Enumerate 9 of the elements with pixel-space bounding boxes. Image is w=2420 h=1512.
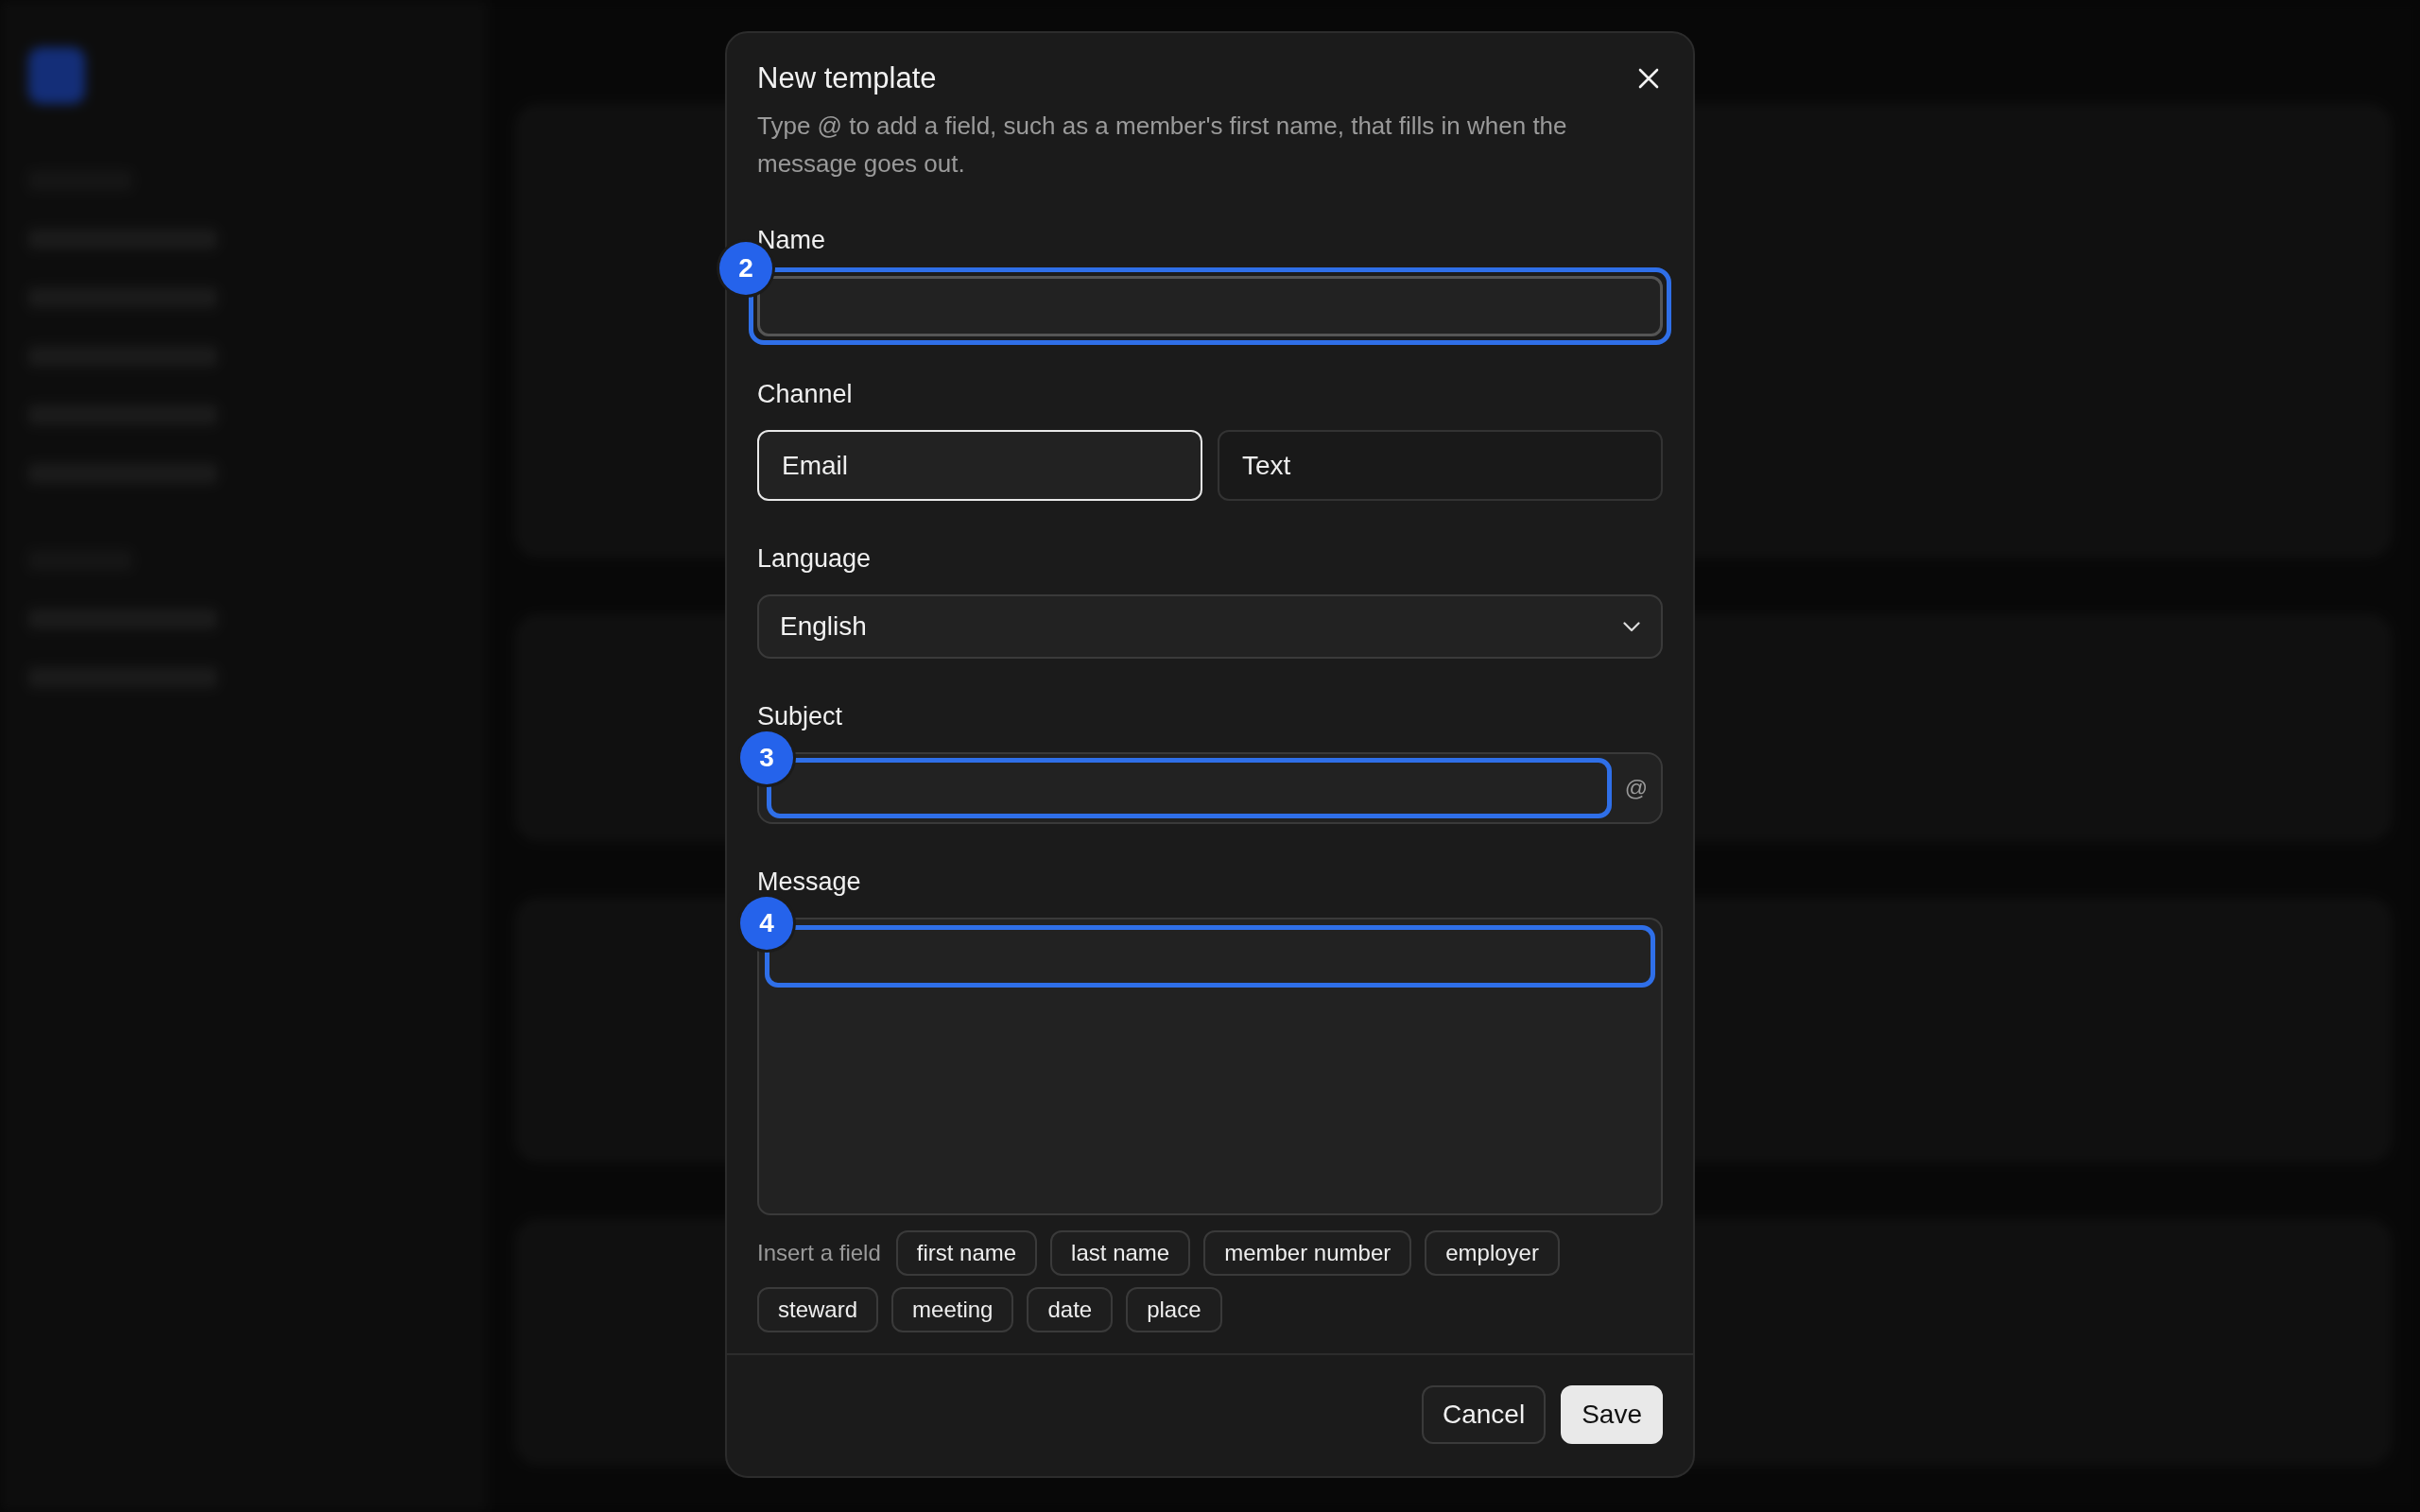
field-label: Subject xyxy=(757,702,843,731)
field-label: Language xyxy=(757,544,872,574)
step-badge: 4 xyxy=(740,897,793,950)
field-label: Channel xyxy=(757,380,853,409)
dialog-title: New template xyxy=(757,61,937,95)
step-badge: 3 xyxy=(740,731,793,784)
insert-field-label: Insert a field xyxy=(757,1240,881,1266)
field-label: Message xyxy=(757,868,861,897)
dialog-description: Type @ to add a field, such as a member's first name, that fills in when the message goes out. xyxy=(757,111,1568,180)
